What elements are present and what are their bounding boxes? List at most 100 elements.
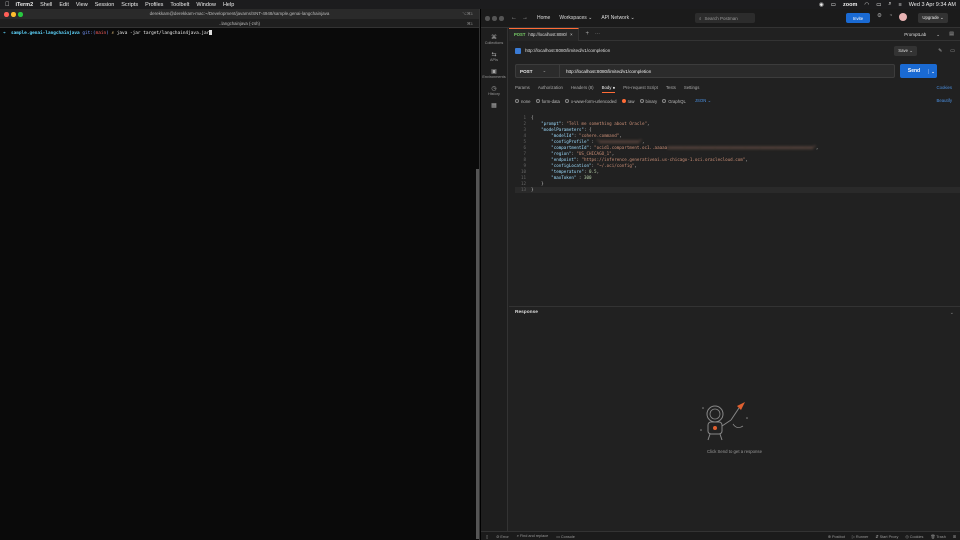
environment-quicklook-icon[interactable]: ▤ (949, 31, 954, 37)
menu-window[interactable]: Window (196, 2, 216, 8)
workspaces-menu[interactable]: Workspaces ⌄ (559, 15, 592, 21)
tab-params[interactable]: Params (515, 85, 530, 93)
prompt-git: git:( (82, 31, 96, 36)
send-button[interactable]: Send ⌄ (900, 64, 937, 78)
menu-scripts[interactable]: Scripts (121, 2, 138, 8)
tab-method: POST (514, 32, 526, 37)
body-type-binary[interactable]: binary (639, 99, 657, 104)
tab-authorization[interactable]: Authorization (538, 85, 563, 93)
body-editor[interactable]: 1{ 2 "prompt": "Tell me something about … (515, 115, 960, 203)
code-value: "https://inference.generativeai.us-chica… (581, 157, 746, 162)
menu-toolbelt[interactable]: Toolbelt (170, 2, 189, 8)
comments-icon[interactable]: ▭ (950, 48, 955, 54)
menu-edit[interactable]: Edit (59, 2, 68, 8)
close-window-button[interactable] (485, 16, 490, 21)
zoom-window-button[interactable] (18, 12, 23, 17)
zoom-window-button[interactable] (499, 16, 504, 21)
code-value-redacted: xxxxxxxxxxxxxxxxxxxxxxxxxxxxxxxxxxxxxxxx… (667, 145, 816, 150)
sidebar-item-history[interactable]: ◷ History (481, 85, 507, 96)
minimize-window-button[interactable] (11, 12, 16, 17)
search-icon[interactable]: ⌕ (888, 1, 891, 8)
body-type-none[interactable]: none (515, 99, 531, 104)
sidebar-item-environments[interactable]: ▣ Environments (481, 68, 507, 79)
clock[interactable]: Wed 3 Apr 9:34 AM (909, 2, 956, 8)
apple-icon[interactable]:  (5, 2, 10, 8)
invite-button[interactable]: Invite (846, 13, 870, 23)
menu-profiles[interactable]: Profiles (145, 2, 163, 8)
line-number: 13 (520, 187, 526, 192)
edit-icon[interactable]: ✎ (938, 48, 942, 54)
body-type-form-data[interactable]: form-data (535, 99, 560, 104)
tab-request[interactable]: POST http://localhost:8080/ × (509, 27, 579, 41)
code-key: "configProfile" (551, 139, 589, 144)
body-type-graphql[interactable]: GraphQL (662, 99, 686, 104)
sidebar-toggle-icon[interactable]: ▯ (486, 534, 488, 539)
chevron-down-icon[interactable]: ⌄ (950, 310, 954, 316)
menu-shell[interactable]: Shell (40, 2, 52, 8)
more-tabs-icon[interactable]: ⋯ (595, 31, 600, 37)
tab-body[interactable]: Body ● (601, 85, 616, 93)
tab-headers[interactable]: Headers (8) (571, 85, 594, 93)
battery-icon[interactable]: ▭ (876, 2, 881, 8)
sidebar-item-apis[interactable]: ⇆ APIs (481, 51, 507, 62)
upgrade-button[interactable]: Upgrade ⌄ (918, 13, 948, 23)
control-center-icon[interactable]: ≡ (898, 2, 901, 8)
forward-icon[interactable]: → (522, 15, 528, 21)
status-console[interactable]: ▭ Console (556, 534, 575, 539)
home-link[interactable]: Home (537, 15, 550, 21)
status-runner[interactable]: ▷ Runner (852, 534, 868, 539)
minimize-window-button[interactable] (492, 16, 497, 21)
request-title[interactable]: http://localhost:8080/limited/v1/complet… (525, 48, 610, 53)
cookies-link[interactable]: Cookies (936, 85, 952, 90)
invite-label: Invite (852, 15, 864, 21)
environment-selector[interactable]: PromptLab ⌄ (904, 28, 940, 41)
save-button[interactable]: Save ⌄ (894, 46, 917, 56)
body-format-select[interactable]: JSON ⌄ (695, 98, 711, 104)
menu-bar:  iTerm2 Shell Edit View Session Scripts… (0, 0, 960, 9)
status-trash[interactable]: 🗑 Trash (930, 534, 945, 539)
api-network-menu[interactable]: API Network ⌄ (601, 15, 634, 21)
status-cookies[interactable]: ◎ Cookies (905, 534, 923, 539)
search-input[interactable]: ⌕ Search Postman (695, 13, 755, 23)
prompt-arrow: ➜ (3, 31, 6, 36)
terminal-content[interactable]: ➜ sample.genai-langchainjava git:(main) … (0, 28, 479, 38)
avatar[interactable] (899, 13, 908, 21)
status-start-proxy[interactable]: ⇵ Start Proxy (875, 534, 898, 539)
menu-view[interactable]: View (76, 2, 88, 8)
prompt-git-close: ) (106, 31, 109, 36)
tab-tests[interactable]: Tests (666, 85, 676, 93)
url-input[interactable]: http://localhost:8080/limited/v1/complet… (566, 69, 651, 74)
close-window-button[interactable] (4, 12, 9, 17)
terminal-tab[interactable]: ..langchainjava (-zsh) ⌘1 (0, 19, 479, 28)
notifications-icon[interactable]: ◔ (889, 13, 892, 21)
menu-help[interactable]: Help (223, 2, 234, 8)
method-select[interactable]: POST ⌄ (516, 65, 560, 77)
menu-app-name[interactable]: iTerm2 (16, 2, 34, 8)
code-value: "US_CHICAGO_1" (576, 151, 612, 156)
request-title-row: http://localhost:8080/limited/v1/complet… (509, 42, 960, 59)
wifi-icon[interactable]: ◠ (864, 2, 869, 8)
settings-icon[interactable]: ⚙ (877, 13, 882, 21)
tab-settings[interactable]: Settings (684, 85, 700, 93)
terminal-scrollbar[interactable] (476, 169, 479, 539)
back-icon[interactable]: ← (511, 15, 517, 21)
status-postbot[interactable]: ⊕ Postbot (828, 534, 845, 539)
sidebar-item-configure[interactable]: ▦ (481, 102, 507, 109)
body-type-raw[interactable]: raw (621, 99, 635, 104)
status-find-replace[interactable]: ⌕ Find and replace (517, 534, 548, 539)
close-icon[interactable]: × (570, 32, 572, 37)
sidebar-item-collections[interactable]: ⌘ Collections (481, 34, 507, 45)
body-type-urlencoded[interactable]: x-www-form-urlencoded (564, 99, 617, 104)
tab-pre-request-script[interactable]: Pre-request Script (623, 85, 658, 93)
layout-icon[interactable]: ⊞ (953, 534, 956, 539)
chevron-down-icon[interactable]: ⌄ (928, 68, 937, 74)
status-error[interactable]: ⊘ Error (496, 534, 509, 539)
display-icon[interactable]: ▭ (831, 2, 836, 8)
new-tab-icon[interactable]: + (586, 31, 590, 37)
pane-divider[interactable] (509, 306, 960, 307)
sidebar-item-label: Collections (484, 41, 504, 45)
zoom-status[interactable]: zoom (843, 2, 857, 8)
record-icon[interactable]: ◉ (819, 2, 824, 8)
beautify-link[interactable]: Beautify (936, 98, 952, 103)
menu-session[interactable]: Session (95, 2, 115, 8)
